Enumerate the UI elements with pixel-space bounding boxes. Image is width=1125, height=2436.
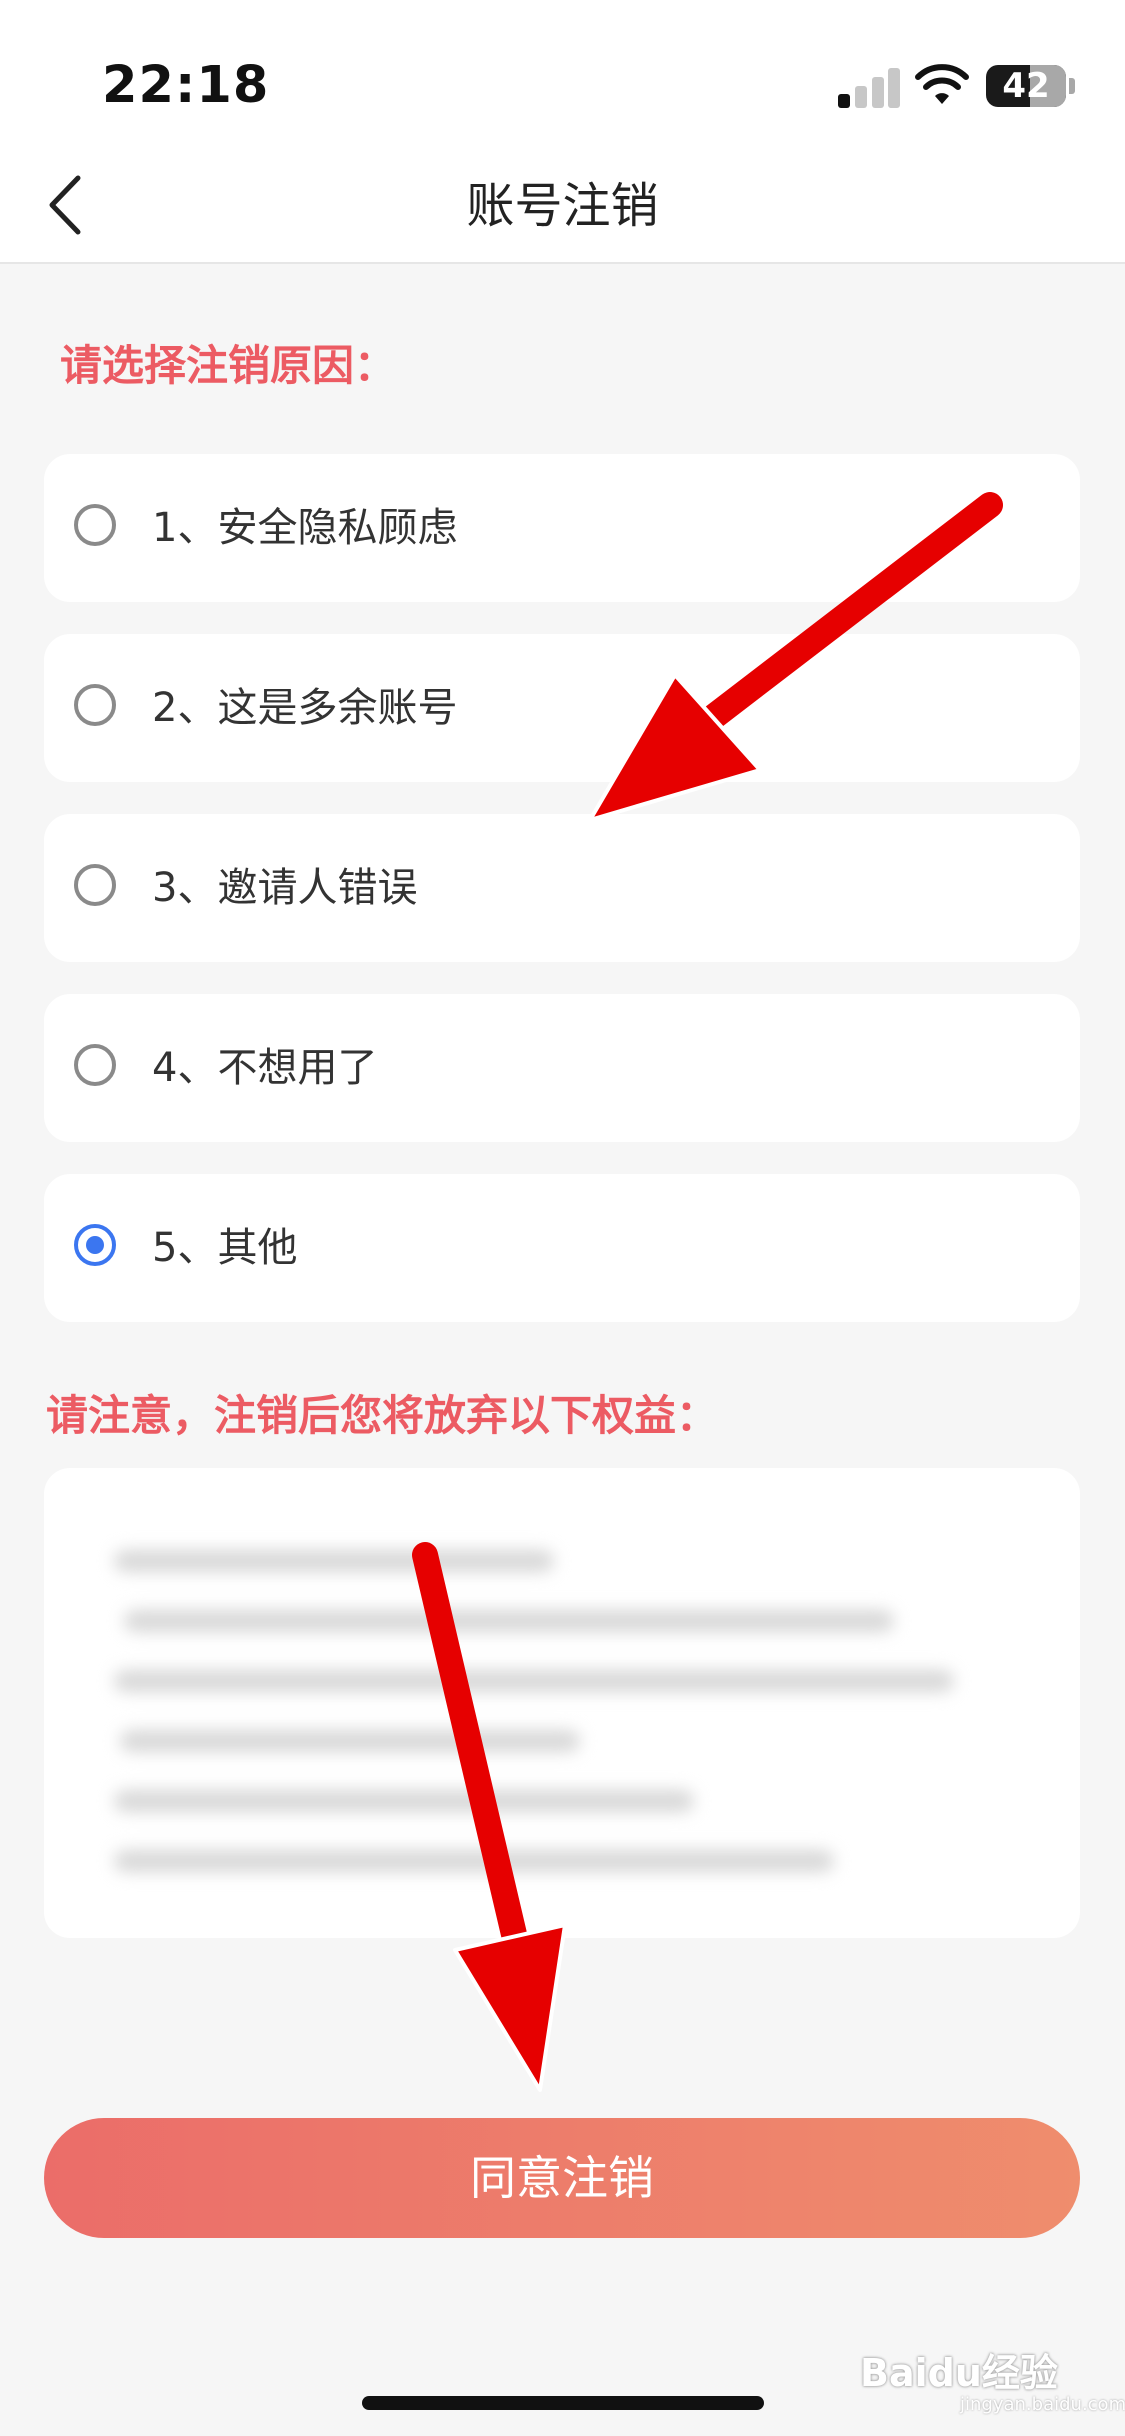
back-button[interactable] — [40, 170, 100, 240]
reasons-title: 请选择注销原因： — [60, 341, 397, 390]
reason-option-5[interactable]: 5、其他 — [44, 1174, 1080, 1322]
benefits-title: 请注意，注销后您将放弃以下权益： — [46, 1391, 719, 1440]
reason-label: 3、邀请人错误 — [152, 865, 418, 911]
nav-bar: 账号注销 — [0, 150, 1125, 264]
agree-cancel-button[interactable]: 同意注销 — [44, 2118, 1080, 2238]
battery-level: 42 — [1002, 66, 1050, 106]
chevron-left-icon — [49, 175, 81, 235]
reason-option-2[interactable]: 2、这是多余账号 — [44, 634, 1080, 782]
reason-label: 5、其他 — [152, 1225, 298, 1271]
reason-option-3[interactable]: 3、邀请人错误 — [44, 814, 1080, 962]
reason-option-1[interactable]: 1、安全隐私顾虑 — [44, 454, 1080, 602]
radio-button[interactable] — [74, 1044, 116, 1086]
status-bar: 22:18 42 — [0, 0, 1125, 150]
radio-button[interactable] — [74, 684, 116, 726]
reason-label: 1、安全隐私顾虑 — [152, 505, 458, 551]
wifi-icon — [915, 64, 969, 104]
reason-label: 4、不想用了 — [152, 1045, 378, 1091]
benefits-card-blurred — [44, 1468, 1080, 1938]
status-time: 22:18 — [102, 56, 270, 115]
battery-tip — [1069, 78, 1075, 94]
reason-option-4[interactable]: 4、不想用了 — [44, 994, 1080, 1142]
watermark: Baidu经验 — [860, 2351, 1058, 2395]
radio-button-selected[interactable] — [74, 1224, 116, 1266]
battery-icon: 42 — [986, 65, 1066, 107]
radio-button[interactable] — [74, 864, 116, 906]
page-title: 账号注销 — [466, 178, 659, 234]
cellular-signal-icon — [838, 66, 900, 108]
radio-button[interactable] — [74, 504, 116, 546]
watermark-site: jingyan.baidu.com — [960, 2394, 1125, 2415]
reason-label: 2、这是多余账号 — [152, 685, 458, 731]
home-indicator[interactable] — [362, 2396, 764, 2410]
